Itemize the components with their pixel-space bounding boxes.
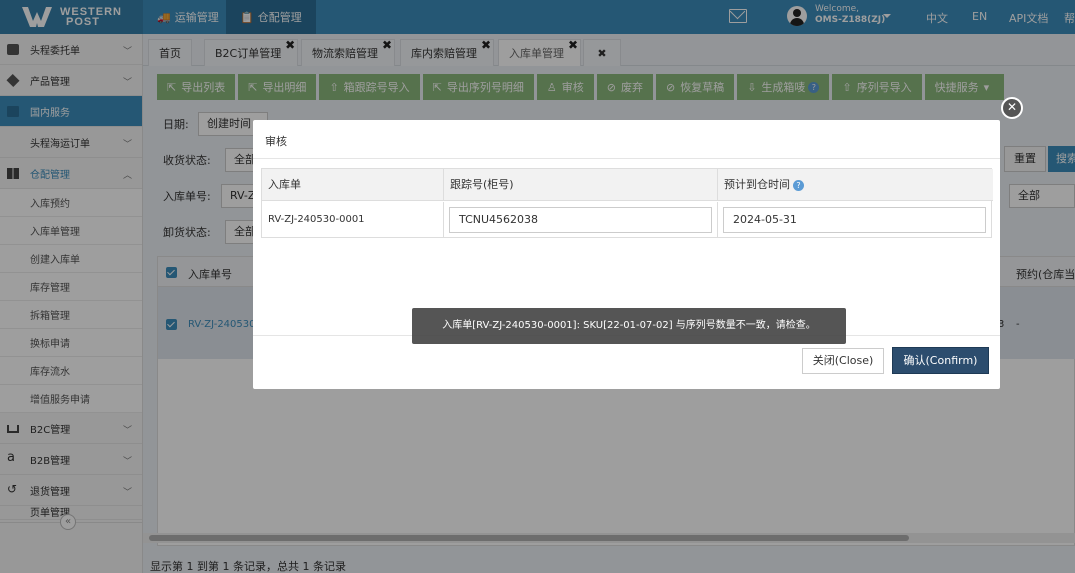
close-button[interactable]: 关闭(Close) [802, 348, 884, 374]
help-icon[interactable]: ? [793, 179, 804, 191]
tracking-input[interactable]: TCNU4562038 [449, 207, 712, 233]
eta-date-input[interactable]: 2024-05-31 [723, 207, 986, 233]
column-header-eta: 预计到仓时间? [718, 169, 993, 201]
audit-table: 入库单 跟踪号(柜号) 预计到仓时间? RV-ZJ-240530-0001 TC… [261, 168, 993, 238]
modal-close-icon[interactable]: ✕ [1001, 97, 1023, 119]
order-cell: RV-ZJ-240530-0001 [262, 202, 444, 238]
app-root: WESTERN POST 🚚 运输管理 📋 仓配管理 Welcome, OMS-… [0, 0, 1075, 573]
dialog-title: 审核 [265, 135, 287, 148]
column-header-tracking: 跟踪号(柜号) [444, 169, 718, 201]
column-header-order: 入库单 [262, 169, 444, 201]
divider [253, 158, 1000, 159]
audit-dialog: 审核 入库单 跟踪号(柜号) 预计到仓时间? RV-ZJ-240530-0001… [253, 120, 1000, 389]
column-header-eta-label: 预计到仓时间 [724, 178, 790, 191]
error-toast: 入库单[RV-ZJ-240530-0001]: SKU[22-01-07-02]… [412, 308, 846, 344]
confirm-button[interactable]: 确认(Confirm) [892, 347, 989, 374]
